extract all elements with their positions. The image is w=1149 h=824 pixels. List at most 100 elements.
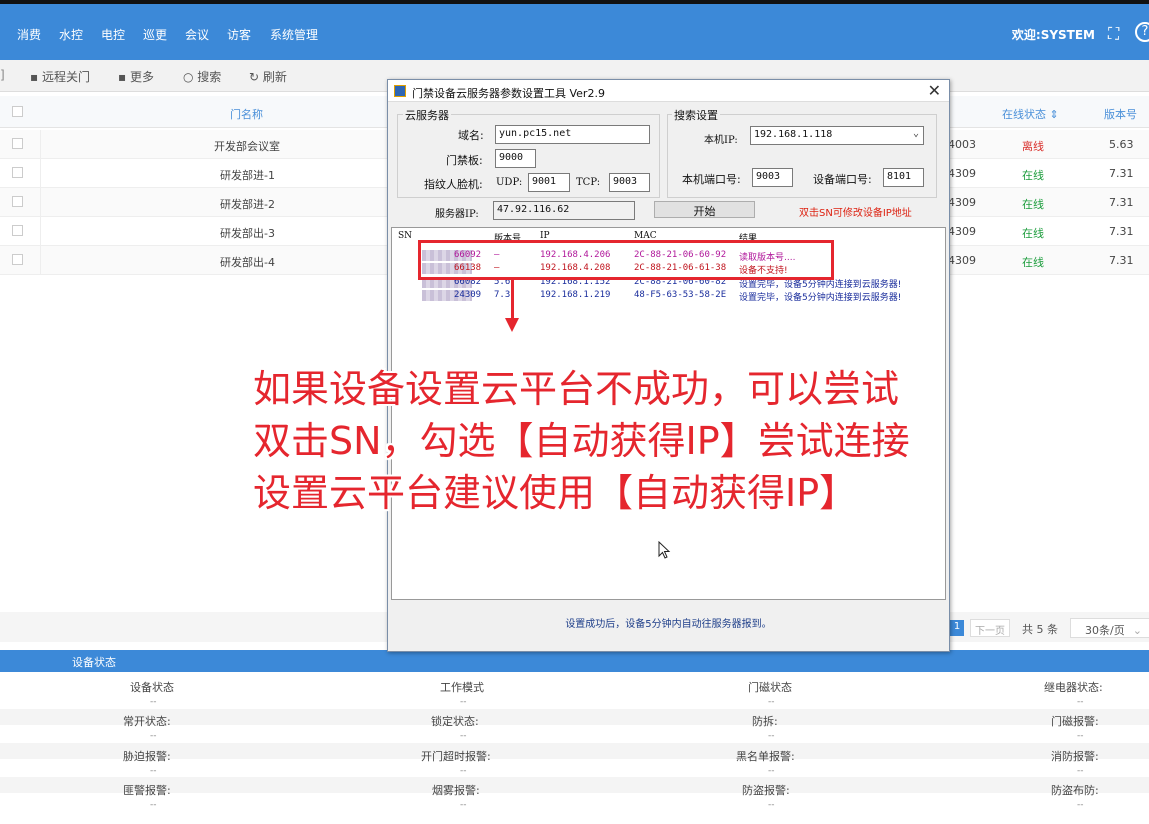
- status-value: --: [150, 731, 157, 741]
- more-label: 更多: [129, 70, 154, 84]
- version: 7.31: [1109, 167, 1134, 180]
- domain-input[interactable]: yun.pc15.net: [495, 125, 650, 144]
- version: 7.31: [1109, 196, 1134, 209]
- close-icon[interactable]: ✕: [928, 81, 941, 100]
- row-checkbox[interactable]: [12, 254, 23, 265]
- finger-face-label: 指纹人脸机:: [424, 178, 483, 191]
- list-col-sn[interactable]: SN: [398, 231, 412, 241]
- door-name: 研发部出-3: [220, 227, 275, 240]
- hint-text: 双击SN可修改设备IP地址: [799, 208, 912, 219]
- search-settings-label: 搜索设置: [672, 107, 720, 123]
- page-size-value: 30条/页: [1085, 624, 1125, 637]
- device-status-title: 设备状态: [72, 656, 116, 669]
- door-name: 研发部进-1: [220, 169, 275, 182]
- device-port-input[interactable]: 8101: [883, 168, 924, 187]
- nav-item-water[interactable]: 水控: [59, 26, 83, 43]
- status-label: 门磁报警:: [1051, 715, 1099, 728]
- local-ip-label: 本机IP:: [704, 135, 738, 146]
- divider: [40, 188, 41, 217]
- row-checkbox[interactable]: [12, 225, 23, 236]
- status-label: 常开状态:: [123, 715, 171, 728]
- divider: [40, 246, 41, 275]
- search-label: 搜索: [197, 70, 222, 84]
- remote-close-label: 远程关门: [41, 70, 90, 84]
- nav-item-consume[interactable]: 消费: [17, 26, 41, 43]
- search-button[interactable]: ○ 搜索: [183, 68, 221, 85]
- udp-port-input[interactable]: 9001: [528, 173, 570, 192]
- device-id: 4003: [948, 138, 976, 151]
- chevron-down-icon: ⌄: [912, 128, 919, 139]
- refresh-label: 刷新: [262, 70, 287, 84]
- dialog-footer-note: 设置成功后，设备5分钟内自动往服务器报到。: [565, 619, 772, 630]
- col-door-name[interactable]: 门名称: [230, 106, 263, 122]
- nav-item-meeting[interactable]: 会议: [185, 26, 209, 43]
- refresh-icon: ↻: [249, 70, 263, 84]
- caption-line-2: 双击SN，勾选【自动获得IP】尝试连接: [253, 419, 910, 463]
- door-board-port-input[interactable]: 9000: [495, 149, 536, 168]
- status-value: --: [460, 800, 467, 810]
- next-page-button[interactable]: 下一页: [970, 619, 1010, 637]
- mac: 48-F5-63-53-58-2E: [634, 290, 727, 300]
- more-icon: ▪: [118, 70, 130, 84]
- device-id: 4309: [948, 167, 976, 180]
- annotation-arrow-head: [505, 318, 519, 332]
- local-port-input[interactable]: 9003: [752, 168, 793, 187]
- status-value: --: [768, 731, 775, 741]
- status-label: 门磁状态: [748, 681, 792, 694]
- row-checkbox[interactable]: [12, 167, 23, 178]
- status-badge: 在线: [1022, 227, 1044, 240]
- ip: 192.168.1.219: [540, 290, 611, 300]
- version: 5.63: [1109, 138, 1134, 151]
- divider: [40, 217, 41, 246]
- page-size-select[interactable]: 30条/页 ⌄: [1070, 618, 1149, 638]
- select-all-checkbox[interactable]: [12, 106, 23, 117]
- stop-icon: ▪: [30, 70, 42, 84]
- dialog-titlebar[interactable]: 门禁设备云服务器参数设置工具 Ver2.9 ✕: [388, 80, 949, 102]
- cloud-server-group-label: 云服务器: [403, 107, 451, 123]
- door-name: 研发部出-4: [220, 256, 275, 269]
- status-value: --: [1077, 800, 1084, 810]
- annotation-box: [418, 240, 834, 280]
- nav-item-visitor[interactable]: 访客: [227, 26, 251, 43]
- status-value: --: [1077, 766, 1084, 776]
- nav-item-patrol[interactable]: 巡更: [143, 26, 167, 43]
- col-online-status[interactable]: 在线状态 ⇕: [1002, 106, 1059, 122]
- status-label: 防拆:: [752, 715, 778, 728]
- remote-close-button[interactable]: ▪ 远程关门: [30, 68, 90, 85]
- status-label: 设备状态: [130, 681, 174, 694]
- status-label: 消防报警:: [1051, 750, 1099, 763]
- top-nav: 消费 水控 电控 巡更 会议 访客 系统管理 欢迎:SYSTEM ⛶ ?: [0, 0, 1149, 60]
- local-ip-select[interactable]: 192.168.1.118 ⌄: [750, 126, 924, 145]
- domain-label: 域名:: [458, 129, 484, 142]
- page-current[interactable]: 1: [950, 620, 964, 636]
- annotation-arrow-shaft: [511, 280, 514, 320]
- status-value: --: [460, 697, 467, 707]
- status-strip: [0, 777, 1149, 793]
- status-value: --: [768, 766, 775, 776]
- tcp-port-input[interactable]: 9003: [609, 173, 650, 192]
- start-button[interactable]: 开始: [654, 201, 755, 218]
- status-value: --: [460, 766, 467, 776]
- row-checkbox[interactable]: [12, 196, 23, 207]
- tcp-label: TCP:: [576, 177, 601, 188]
- version: 7.3: [494, 290, 511, 300]
- search-icon: ○: [183, 70, 198, 84]
- status-badge: 离线: [1022, 140, 1044, 153]
- status-label: 开门超时报警:: [421, 750, 491, 763]
- nav-item-system[interactable]: 系统管理: [270, 26, 318, 43]
- local-port-label: 本机端口号:: [682, 173, 741, 186]
- caption-line-1: 如果设备设置云平台不成功，可以尝试: [253, 367, 900, 411]
- help-icon[interactable]: ?: [1135, 22, 1149, 42]
- nav-item-power[interactable]: 电控: [101, 26, 125, 43]
- row-checkbox[interactable]: [12, 138, 23, 149]
- sn: 24309: [454, 290, 482, 300]
- server-ip-label: 服务器IP:: [435, 209, 479, 220]
- divider: [40, 130, 41, 159]
- more-button[interactable]: ▪ 更多: [118, 68, 154, 85]
- server-ip-input[interactable]: 47.92.116.62: [493, 201, 635, 220]
- col-version[interactable]: 版本号: [1104, 106, 1137, 122]
- list-item[interactable]: 24309 7.3 192.168.1.219 48-F5-63-53-58-2…: [392, 290, 945, 303]
- fullscreen-icon[interactable]: ⛶: [1108, 24, 1119, 44]
- refresh-button[interactable]: ↻ 刷新: [249, 68, 287, 85]
- status-label: 工作模式: [440, 681, 484, 694]
